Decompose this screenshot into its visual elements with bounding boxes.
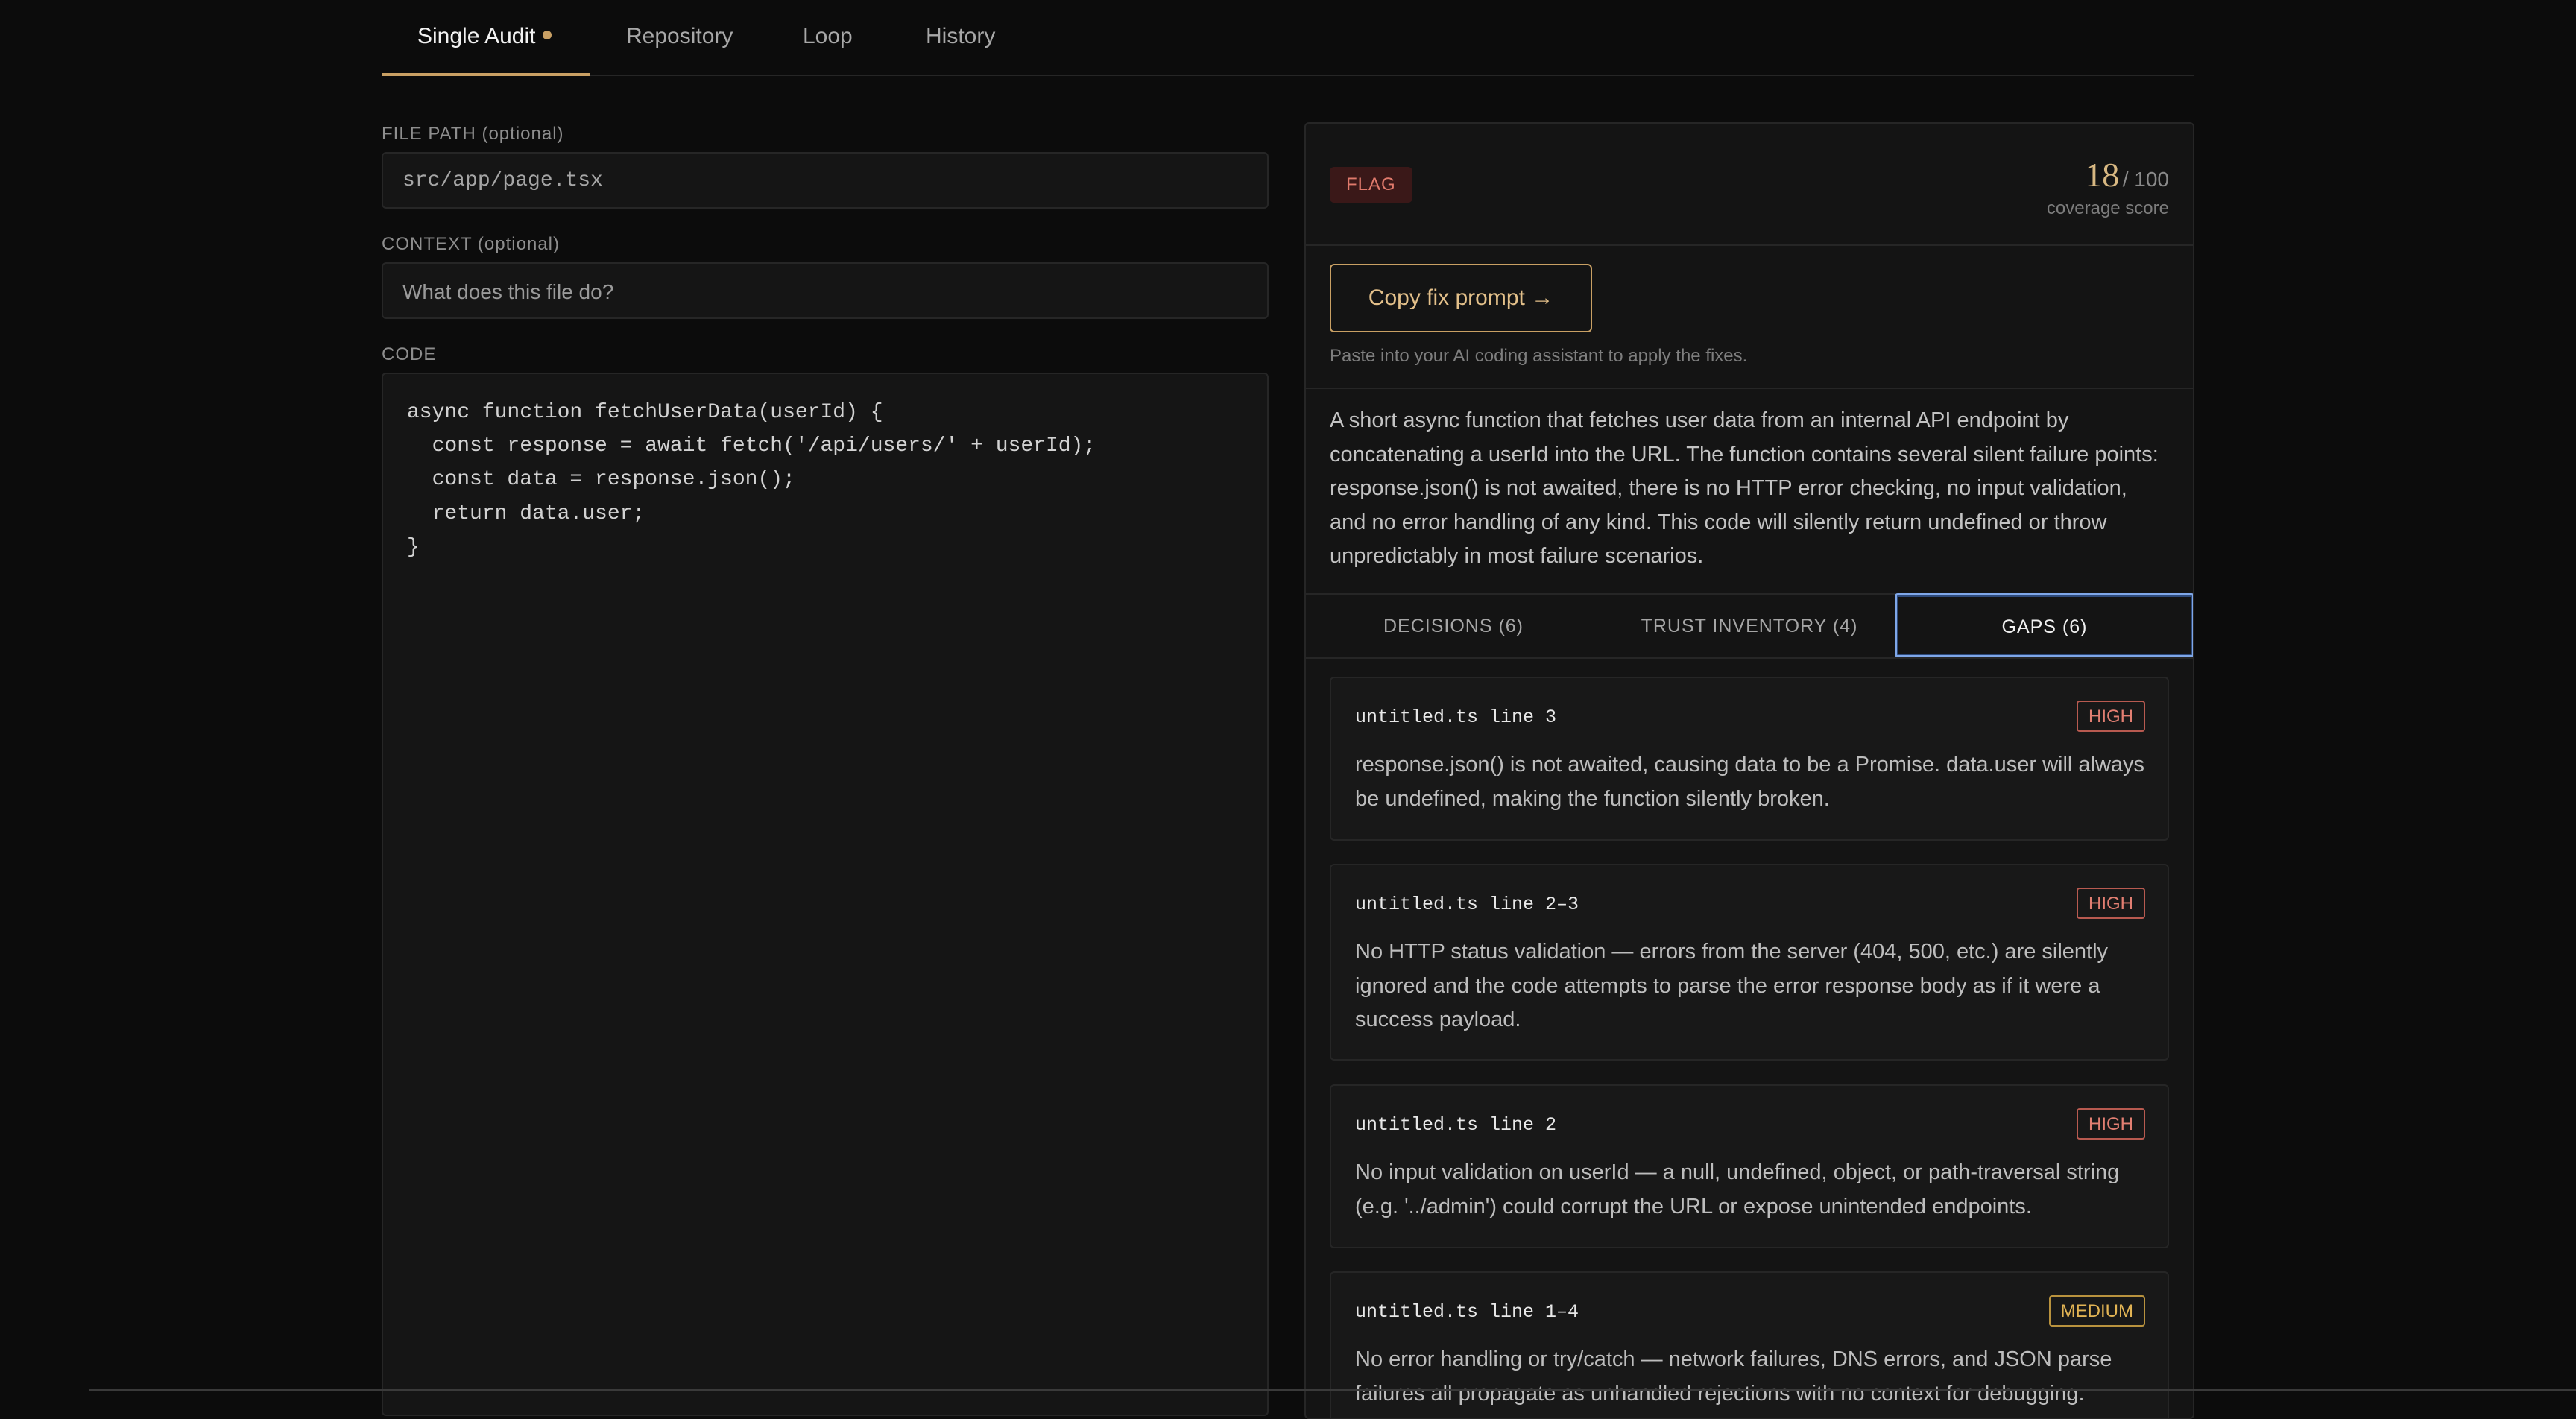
file-path-input[interactable]: src/app/page.tsx bbox=[382, 152, 1269, 209]
tab-loop[interactable]: Loop bbox=[803, 24, 853, 75]
score-value: 18 bbox=[2085, 156, 2120, 194]
window-bottom-edge bbox=[89, 1389, 2576, 1391]
gap-location: untitled.ts line 1–4 bbox=[1355, 1301, 1579, 1323]
audit-summary: A short async function that fetches user… bbox=[1330, 408, 2159, 568]
tab-label: Single Audit bbox=[417, 24, 536, 48]
tab-label: History bbox=[926, 24, 996, 48]
score-max: / 100 bbox=[2122, 168, 2169, 191]
code-line: } bbox=[407, 536, 420, 559]
code-line: const data = response.json(); bbox=[407, 468, 795, 491]
content-area: Single Audit Repository Loop History FIL… bbox=[382, 0, 2194, 1419]
context-input[interactable]: What does this file do? bbox=[382, 262, 1269, 319]
gap-location: untitled.ts line 3 bbox=[1355, 707, 1557, 728]
context-label: CONTEXT (optional) bbox=[382, 234, 560, 254]
unsaved-dot-icon bbox=[543, 31, 552, 40]
tab-trust-inventory[interactable]: TRUST INVENTORY (4) bbox=[1602, 595, 1897, 657]
mode-tabs: Single Audit Repository Loop History bbox=[382, 0, 2194, 76]
context-placeholder: What does this file do? bbox=[402, 280, 614, 303]
coverage-score: 18 / 100 bbox=[2085, 155, 2169, 195]
severity-badge: HIGH bbox=[2077, 1108, 2145, 1140]
file-path-value: src/app/page.tsx bbox=[402, 169, 603, 192]
gap-location: untitled.ts line 2–3 bbox=[1355, 894, 1579, 915]
tab-gaps[interactable]: GAPS (6) bbox=[1895, 593, 2193, 657]
app-window: Single Audit Repository Loop History FIL… bbox=[0, 0, 2576, 1419]
code-line: const response = await fetch('/api/users… bbox=[407, 434, 1096, 458]
severity-badge: MEDIUM bbox=[2048, 1295, 2145, 1327]
code-editor[interactable]: async function fetchUserData(userId) { c… bbox=[382, 373, 1269, 1416]
gap-description: No error handling or try/catch — network… bbox=[1355, 1347, 2112, 1406]
gap-card: untitled.ts line 2–3 HIGH No HTTP status… bbox=[1330, 864, 2169, 1061]
tab-repository[interactable]: Repository bbox=[626, 24, 733, 75]
divider bbox=[1306, 388, 2193, 389]
audit-result-panel: FLAG 18 / 100 coverage score Copy fix pr… bbox=[1304, 122, 2194, 1419]
code-line: async function fetchUserData(userId) { bbox=[407, 401, 883, 424]
divider bbox=[1306, 244, 2193, 246]
gap-description: No HTTP status validation — errors from … bbox=[1355, 940, 2109, 1031]
copy-fix-prompt-button[interactable]: Copy fix prompt → bbox=[1330, 264, 1592, 332]
status-badge: FLAG bbox=[1330, 167, 1412, 203]
tab-history[interactable]: History bbox=[926, 24, 995, 75]
severity-badge: HIGH bbox=[2077, 701, 2145, 732]
divider bbox=[1306, 657, 2193, 659]
file-path-label: FILE PATH (optional) bbox=[382, 124, 564, 144]
tab-decisions[interactable]: DECISIONS (6) bbox=[1306, 595, 1601, 657]
severity-badge: HIGH bbox=[2077, 888, 2145, 919]
code-line: return data.user; bbox=[407, 502, 645, 525]
gap-description: response.json() is not awaited, causing … bbox=[1355, 753, 2145, 811]
tab-label: Repository bbox=[626, 24, 733, 48]
gap-card: untitled.ts line 2 HIGH No input validat… bbox=[1330, 1084, 2169, 1248]
gap-description: No input validation on userId — a null, … bbox=[1355, 1160, 2120, 1219]
copy-hint: Paste into your AI coding assistant to a… bbox=[1330, 346, 1748, 366]
score-label: coverage score bbox=[2046, 198, 2169, 218]
active-tab-underline bbox=[382, 73, 590, 76]
tab-label: Loop bbox=[803, 24, 853, 48]
gap-card: untitled.ts line 3 HIGH response.json() … bbox=[1330, 677, 2169, 841]
tab-single-audit[interactable]: Single Audit bbox=[382, 24, 590, 76]
gap-location: untitled.ts line 2 bbox=[1355, 1114, 1557, 1136]
gap-card: untitled.ts line 1–4 MEDIUM No error han… bbox=[1330, 1271, 2169, 1418]
code-label: CODE bbox=[382, 344, 437, 364]
